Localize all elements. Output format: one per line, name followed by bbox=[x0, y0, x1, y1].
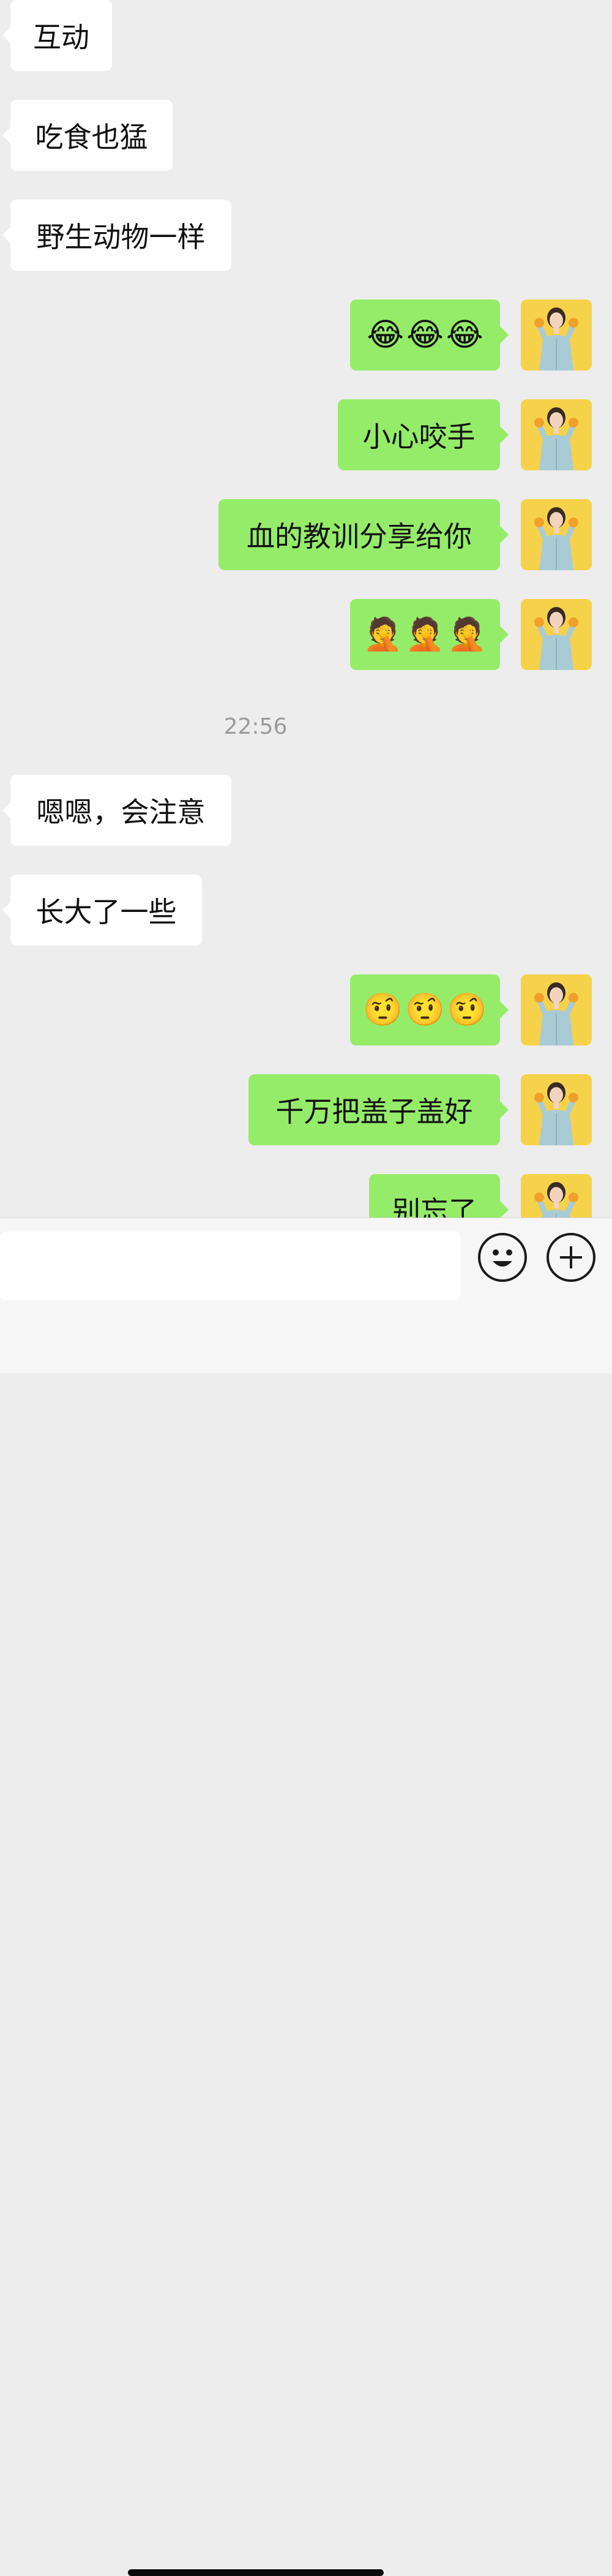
message-row: 血的教训分享给你 bbox=[0, 499, 612, 570]
message-row: 小心咬手 bbox=[0, 399, 612, 470]
message-row: 🤨 🤨 🤨 bbox=[0, 974, 612, 1045]
facepalm-emoji: 🤦 bbox=[405, 616, 445, 653]
message-row: 嗯嗯，会注意 bbox=[0, 775, 612, 846]
profile-photo-icon bbox=[521, 499, 592, 570]
skeptical-emoji: 🤨 bbox=[447, 992, 487, 1028]
message-text: 别忘了 bbox=[392, 1195, 477, 1218]
profile-photo-icon bbox=[521, 399, 592, 470]
incoming-bubble[interactable]: 吃食也猛 bbox=[2, 100, 173, 171]
profile-photo-icon bbox=[521, 599, 592, 670]
message-row: 别忘了 bbox=[0, 1174, 612, 1218]
skeptical-emoji: 🤨 bbox=[363, 992, 403, 1028]
outgoing-bubble[interactable]: 别忘了 bbox=[369, 1174, 509, 1218]
message-row: 吃食也猛 bbox=[0, 100, 612, 171]
outgoing-bubble[interactable]: 🤦 🤦 🤦 bbox=[350, 599, 509, 670]
profile-photo-icon bbox=[521, 1074, 592, 1145]
message-text: 长大了一些 bbox=[35, 895, 177, 928]
smiley-icon bbox=[493, 1249, 512, 1267]
tears-of-joy-emoji: 😂 bbox=[446, 317, 483, 353]
message-timestamp: 22:56 bbox=[223, 714, 288, 739]
facepalm-emoji: 🤦 bbox=[363, 616, 403, 653]
outgoing-bubble[interactable]: 千万把盖子盖好 bbox=[248, 1074, 509, 1145]
message-row: 野生动物一样 bbox=[0, 200, 612, 271]
outgoing-bubble[interactable]: 🤨 🤨 🤨 bbox=[350, 974, 509, 1045]
home-indicator[interactable] bbox=[128, 2569, 384, 2576]
message-text: 血的教训分享给你 bbox=[247, 520, 472, 553]
input-bar bbox=[0, 1218, 612, 2576]
facepalm-emoji: 🤦 bbox=[447, 616, 487, 653]
avatar[interactable] bbox=[521, 299, 592, 371]
plus-icon bbox=[560, 1246, 582, 1268]
avatar[interactable] bbox=[521, 599, 592, 670]
avatar[interactable] bbox=[521, 1074, 592, 1145]
profile-photo-icon bbox=[521, 974, 592, 1045]
message-text: 吃食也猛 bbox=[35, 121, 148, 154]
avatar[interactable] bbox=[521, 399, 592, 470]
skeptical-emoji: 🤨 bbox=[405, 992, 445, 1028]
message-row: 🤦 🤦 🤦 bbox=[0, 599, 612, 670]
message-row: 千万把盖子盖好 bbox=[0, 1074, 612, 1145]
incoming-bubble[interactable]: 嗯嗯，会注意 bbox=[2, 775, 231, 846]
incoming-bubble[interactable]: 野生动物一样 bbox=[2, 200, 231, 271]
avatar[interactable] bbox=[521, 499, 592, 570]
chat-area[interactable]: 互动 吃食也猛 野生动物一样 😂 😂 😂 小心咬手 血的教训分享给你 🤦 🤦 🤦… bbox=[0, 0, 612, 1218]
incoming-bubble[interactable]: 互动 bbox=[2, 0, 112, 71]
message-row: 😂 😂 😂 bbox=[0, 299, 612, 371]
outgoing-bubble[interactable]: 血的教训分享给你 bbox=[218, 499, 509, 570]
message-text: 千万把盖子盖好 bbox=[275, 1095, 473, 1128]
avatar[interactable] bbox=[521, 974, 592, 1045]
more-button[interactable] bbox=[547, 1233, 595, 1282]
profile-photo-icon bbox=[521, 1174, 592, 1218]
incoming-bubble[interactable]: 长大了一些 bbox=[2, 875, 202, 946]
profile-photo-icon bbox=[521, 299, 592, 371]
tears-of-joy-emoji: 😂 bbox=[406, 317, 444, 353]
message-text: 野生动物一样 bbox=[36, 220, 206, 254]
message-input[interactable] bbox=[0, 1232, 460, 1300]
message-text: 互动 bbox=[33, 21, 89, 54]
avatar[interactable] bbox=[521, 1174, 592, 1218]
emoji-button[interactable] bbox=[478, 1233, 527, 1282]
message-row: 长大了一些 bbox=[0, 875, 612, 946]
message-row: 互动 bbox=[0, 0, 612, 71]
message-text: 小心咬手 bbox=[362, 420, 476, 453]
outgoing-bubble[interactable]: 小心咬手 bbox=[338, 399, 509, 470]
tears-of-joy-emoji: 😂 bbox=[367, 317, 405, 353]
outgoing-bubble[interactable]: 😂 😂 😂 bbox=[350, 299, 509, 371]
message-text: 嗯嗯，会注意 bbox=[36, 796, 206, 829]
